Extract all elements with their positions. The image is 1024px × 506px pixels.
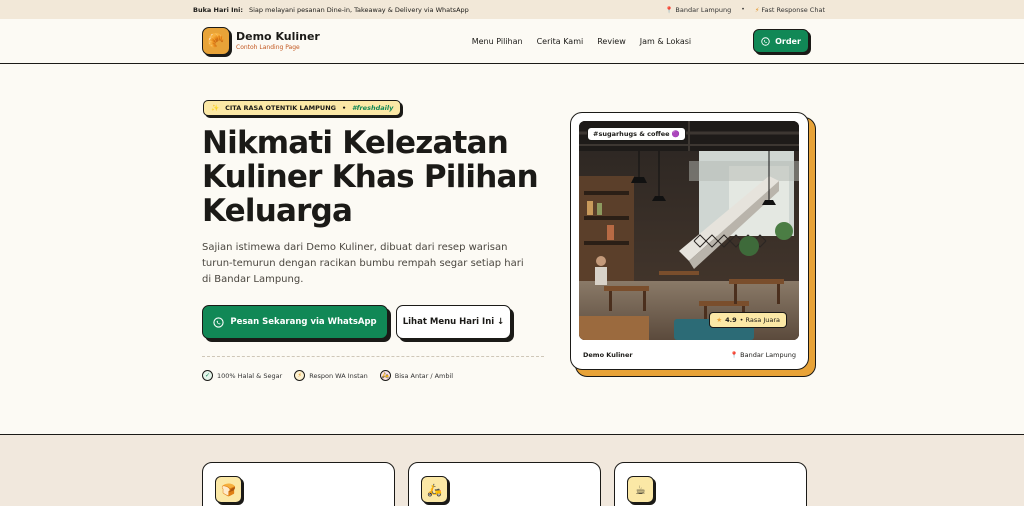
rating-badge: ★ 4.9 • Rasa Juara [709,312,787,328]
bolt-icon: ⚡ [754,5,760,14]
menu-card[interactable]: ☕ [614,462,807,506]
view-menu-button[interactable]: Lihat Menu Hari Ini ↓ [396,305,511,339]
separator: • [741,6,745,13]
brand-link[interactable]: 🥐 Demo Kuliner Contoh Landing Page [202,27,320,55]
photo-hashtag: #sugarhugs & coffee 🟣 [587,127,686,141]
pin-icon: 📍 [665,5,674,14]
chip-text: CITA RASA OTENTIK LAMPUNG [225,104,336,112]
view-menu-label: Lihat Menu Hari Ini ↓ [402,317,505,327]
bread-icon: 🍞 [215,476,242,503]
feature-list: ✓ 100% Halal & Segar ⚡ Respon WA Instan … [202,370,453,381]
cafe-photo: #sugarhugs & coffee 🟣 ★ 4.9 • Rasa Juara [579,121,799,340]
menu-section: 🍞 🛵 ☕ [0,434,1024,506]
scooter-icon: 🛵 [379,370,391,381]
open-text: Siap melayani pesanan Dine-in, Takeaway … [248,5,469,14]
bolt-icon: ⚡ [294,370,306,381]
nav-jam-lokasi[interactable]: Jam & Lokasi [640,37,691,46]
menu-card[interactable]: 🛵 [408,462,601,506]
announcement-bar: Buka Hari Ini: Siap melayani pesanan Din… [0,0,1024,19]
nav-review[interactable]: Review [597,37,626,46]
logo-icon: 🥐 [202,27,230,55]
sparkle-icon: ✨ [211,104,220,112]
brand-subtitle: Contoh Landing Page [236,43,300,51]
hero-description: Sajian istimewa dari Demo Kuliner, dibua… [202,242,524,285]
order-whatsapp-label: Pesan Sekarang via WhatsApp [230,317,377,327]
pin-icon: 📍 [730,351,739,359]
hero-section: ✨ CITA RASA OTENTIK LAMPUNG • #freshdail… [0,64,1024,434]
site-header: 🥐 Demo Kuliner Contoh Landing Page Menu … [0,19,1024,64]
coffee-icon: ☕ [627,476,654,503]
rating-text: • Rasa Juara [739,316,780,324]
photo-card: #sugarhugs & coffee 🟣 ★ 4.9 • Rasa Juara… [570,112,809,370]
menu-card[interactable]: 🍞 [202,462,395,506]
order-whatsapp-button[interactable]: Pesan Sekarang via WhatsApp [202,305,388,339]
star-icon: ★ [716,316,723,324]
chip-separator: • [341,104,347,112]
order-label: Order [775,36,801,46]
card-brand: Demo Kuliner [583,351,633,359]
brand-name: Demo Kuliner [236,30,320,44]
chip-hashtag: #freshdaily [352,104,394,112]
nav-cerita-kami[interactable]: Cerita Kami [537,37,584,46]
hero-title: Nikmati Kelezatan Kuliner Khas Pilihan K… [202,125,539,229]
nav-menu-pilihan[interactable]: Menu Pilihan [472,37,523,46]
response-info: ⚡ Fast Response Chat [754,5,825,14]
feature-item: ⚡ Respon WA Instan [294,370,368,381]
order-button[interactable]: Order [753,29,809,53]
delivery-icon: 🛵 [421,476,448,503]
hero-chip: ✨ CITA RASA OTENTIK LAMPUNG • #freshdail… [203,100,402,116]
card-footer: Demo Kuliner 📍 Bandar Lampung [583,351,796,359]
feature-item: 🛵 Bisa Antar / Ambil [379,370,454,381]
location-info: 📍 Bandar Lampung [665,5,732,14]
card-location: 📍 Bandar Lampung [730,351,796,359]
main-nav: Menu Pilihan Cerita Kami Review Jam & Lo… [472,37,691,46]
cafe-interior-image [579,121,799,340]
rating-value: 4.9 [725,316,737,324]
feature-item: ✓ 100% Halal & Segar [202,370,282,381]
whatsapp-icon [761,36,770,46]
check-icon: ✓ [202,370,213,381]
whatsapp-icon [213,316,224,328]
divider [202,356,544,357]
open-label: Buka Hari Ini: [193,5,243,14]
